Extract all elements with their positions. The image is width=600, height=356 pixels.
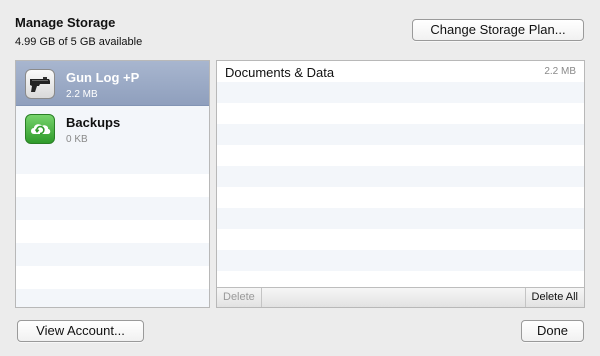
empty-row: [217, 187, 584, 208]
page-title: Manage Storage: [15, 15, 116, 30]
empty-row: [217, 166, 584, 187]
empty-row: [16, 197, 209, 220]
empty-row: [16, 220, 209, 243]
document-size: 2.2 MB: [544, 66, 576, 77]
view-account-button[interactable]: View Account...: [17, 320, 144, 342]
table-row[interactable]: Documents & Data 2.2 MB: [217, 61, 584, 82]
empty-row: [217, 229, 584, 250]
icloud-backup-icon: [25, 114, 55, 144]
app-row-backups[interactable]: Backups 0 KB: [16, 106, 209, 151]
app-row-gun-log[interactable]: Gun Log +P 2.2 MB: [16, 61, 209, 106]
empty-row: [16, 243, 209, 266]
table-footer-bar: Delete Delete All: [217, 287, 584, 307]
empty-row: [16, 266, 209, 289]
app-list: Gun Log +P 2.2 MB Backups 0 KB: [15, 60, 210, 308]
change-storage-plan-button[interactable]: Change Storage Plan...: [412, 19, 584, 41]
app-size: 0 KB: [66, 134, 88, 145]
done-button[interactable]: Done: [521, 320, 584, 342]
storage-available-text: 4.99 GB of 5 GB available: [15, 36, 143, 48]
empty-row: [217, 124, 584, 145]
documents-table: Documents & Data 2.2 MB Delete Delete Al…: [216, 60, 585, 308]
empty-row: [217, 103, 584, 124]
document-name: Documents & Data: [225, 65, 335, 80]
delete-all-button[interactable]: Delete All: [524, 288, 584, 307]
empty-row: [217, 208, 584, 229]
empty-row: [217, 250, 584, 271]
empty-row: [217, 82, 584, 103]
app-size: 2.2 MB: [66, 89, 98, 100]
app-name: Gun Log +P: [66, 70, 140, 85]
delete-button[interactable]: Delete: [217, 288, 262, 307]
empty-row: [217, 145, 584, 166]
app-name: Backups: [66, 115, 121, 130]
pistol-icon: [25, 69, 55, 99]
empty-row: [16, 174, 209, 197]
empty-row: [16, 289, 209, 307]
empty-row: [16, 151, 209, 174]
